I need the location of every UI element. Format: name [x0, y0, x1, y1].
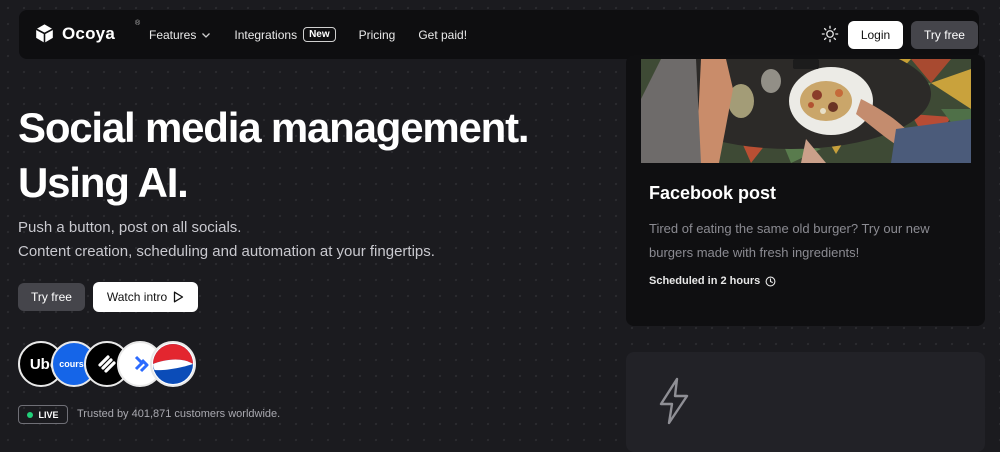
brand-logo[interactable]: Ocoya ® [34, 20, 140, 44]
watch-intro-button[interactable]: Watch intro [93, 282, 198, 312]
feature-card [626, 352, 985, 452]
nav-get-paid[interactable]: Get paid! [418, 28, 467, 42]
nav-pricing-label: Pricing [358, 27, 396, 42]
post-description-line-2: burgers made with fresh ingredients! [649, 245, 860, 260]
top-navbar: Ocoya ® Features Integrations New Pricin… [19, 10, 979, 59]
play-icon [173, 291, 184, 303]
chevron-down-icon [202, 32, 211, 38]
post-description: Tired of eating the same old burger? Try… [649, 217, 969, 265]
new-badge: New [303, 27, 336, 42]
nav-features[interactable]: Features [149, 28, 211, 42]
registered-mark: ® [135, 20, 141, 27]
trusted-text: Trusted by 401,871 customers worldwide. [77, 408, 281, 420]
brand-name: Ocoya [62, 23, 115, 43]
nav-integrations[interactable]: Integrations New [234, 27, 336, 42]
nav-integrations-label: Integrations [234, 27, 298, 42]
pepsi-globe-icon [153, 344, 193, 384]
live-badge: LIVE [18, 405, 68, 424]
live-label: LIVE [38, 409, 59, 420]
nav-links: Features Integrations New Pricing Get pa… [149, 10, 490, 59]
post-schedule: Scheduled in 2 hours [649, 275, 776, 287]
hero-subtitle-line-1: Push a button, post on all socials. [18, 219, 242, 236]
pepsi-logo [150, 341, 196, 387]
hero-title-line-1: Social media management. [18, 104, 530, 151]
live-dot-icon [27, 411, 34, 418]
cube-icon [35, 24, 54, 43]
sun-icon[interactable] [821, 25, 839, 43]
nav-pricing[interactable]: Pricing [359, 28, 396, 42]
facebook-post-card: Facebook post Tired of eating the same o… [626, 55, 985, 326]
post-schedule-label: Scheduled in 2 hours [649, 275, 761, 287]
clock-icon [765, 276, 776, 286]
hero-subtitle-line-2: Content creation, scheduling and automat… [18, 243, 435, 260]
nav-features-label: Features [149, 27, 197, 42]
post-description-line-1: Tired of eating the same old burger? Try… [649, 221, 930, 236]
food-photo-illustration [641, 59, 971, 163]
post-title: Facebook post [649, 183, 777, 203]
hero-title-line-2: Using AI. [18, 159, 189, 206]
lightning-icon [659, 377, 689, 425]
watch-intro-label: Watch intro [106, 290, 168, 304]
hero-title: Social media management. Using AI. [18, 100, 530, 210]
post-image [641, 59, 971, 163]
nav-try-free-button[interactable]: Try free [911, 21, 978, 49]
nav-get-paid-label: Get paid! [418, 27, 468, 42]
login-button[interactable]: Login [848, 21, 903, 49]
hero-subtitle: Push a button, post on all socials. Cont… [18, 216, 435, 264]
hero-try-free-button[interactable]: Try free [18, 283, 85, 311]
